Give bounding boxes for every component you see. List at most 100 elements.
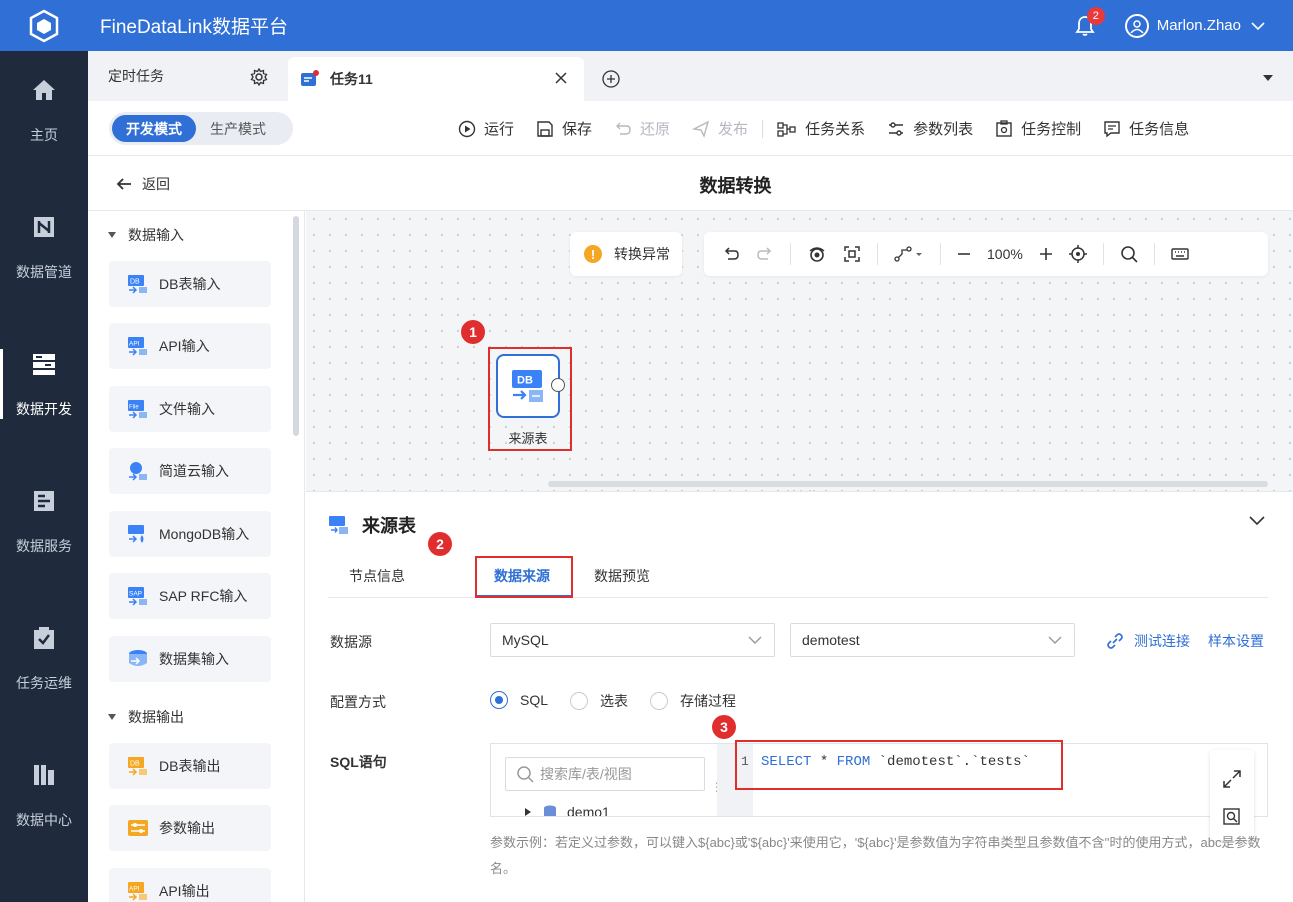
user-menu[interactable]: Marlon.Zhao xyxy=(1124,13,1265,38)
chevron-down-icon xyxy=(1048,636,1062,644)
nav-item-data-dev[interactable]: 数据开发 xyxy=(0,325,88,445)
prod-mode-button[interactable]: 生产模式 xyxy=(196,115,280,142)
sample-settings-link[interactable]: 样本设置 xyxy=(1208,631,1264,651)
radio-unchecked-icon xyxy=(570,692,588,710)
palette-item-file-input[interactable]: File 文件输入 xyxy=(109,386,271,432)
palette-item-jiandaoyun-input[interactable]: 简道云输入 xyxy=(109,448,271,494)
keyboard-icon[interactable] xyxy=(1171,247,1189,261)
undo-button[interactable]: 还原 xyxy=(614,118,670,139)
palette-group-input[interactable]: 数据输入 xyxy=(108,225,184,245)
radio-unchecked-icon xyxy=(650,692,668,710)
svg-text:DB: DB xyxy=(130,279,140,286)
nav-item-data-center[interactable]: 数据中心 xyxy=(0,736,88,856)
panel-title: 来源表 xyxy=(362,516,416,536)
sql-statement-label: SQL语句 xyxy=(330,754,387,770)
radio-sql[interactable]: SQL xyxy=(490,691,548,709)
publish-button[interactable]: 发布 xyxy=(692,118,748,139)
datasource-connection-select[interactable]: demotest xyxy=(790,623,1075,657)
palette-group-output[interactable]: 数据输出 xyxy=(108,707,184,727)
control-label: 任务控制 xyxy=(1021,121,1082,138)
revert-icon xyxy=(616,122,631,135)
palette-item-dataset-input[interactable]: 数据集输入 xyxy=(109,636,271,682)
jiandaoyun-input-icon xyxy=(129,462,147,481)
test-connection-link[interactable]: 测试连接 xyxy=(1106,631,1190,651)
app-logo[interactable] xyxy=(0,0,88,51)
page-title: 数据转换 xyxy=(699,176,772,196)
parameter-list-button[interactable]: 参数列表 xyxy=(887,118,973,139)
link-label: 测试连接 xyxy=(1134,633,1190,649)
canvas-horizontal-scrollbar[interactable] xyxy=(548,481,1268,487)
palette-item-api-input[interactable]: API API输入 xyxy=(109,323,271,369)
nav-item-task-ops[interactable]: 任务运维 xyxy=(0,599,88,719)
palette-item-mongodb-input[interactable]: MongoDB输入 xyxy=(109,511,271,557)
toolbar-divider xyxy=(1102,243,1104,265)
caret-right-icon xyxy=(525,808,531,816)
notification-button[interactable]: 2 xyxy=(1075,6,1105,37)
tab-task-11[interactable]: 任务11 xyxy=(288,57,584,101)
tab-label: 定时任务 xyxy=(108,68,164,84)
conversion-error-indicator[interactable]: ! 转换异常 xyxy=(570,232,682,276)
dev-mode-button[interactable]: 开发模式 xyxy=(112,115,196,142)
node-output-port[interactable] xyxy=(551,378,565,392)
zoom-in-icon[interactable] xyxy=(1039,247,1053,261)
locate-icon[interactable] xyxy=(1068,245,1087,263)
nav-item-data-service[interactable]: 数据服务 xyxy=(0,462,88,582)
datasource-type-select[interactable]: MySQL xyxy=(490,623,775,657)
config-mode-label: 配置方式 xyxy=(330,694,386,710)
tab-data-preview[interactable]: 数据预览 xyxy=(594,566,650,586)
palette-item-sap-rfc-input[interactable]: SAP SAP RFC输入 xyxy=(109,573,271,619)
run-button[interactable]: 运行 xyxy=(458,118,514,139)
pipeline-icon xyxy=(34,217,54,237)
radio-stored-procedure[interactable]: 存储过程 xyxy=(650,691,736,711)
nav-item-home[interactable]: 主页 xyxy=(0,51,88,171)
db-table-icon xyxy=(329,516,348,534)
schema-tree-item[interactable]: demo1 xyxy=(523,804,610,816)
mode-switch: 开发模式 生产模式 xyxy=(109,112,293,145)
sliders-icon xyxy=(889,121,904,136)
chevron-down-icon xyxy=(748,636,762,644)
nav-item-pipeline[interactable]: 数据管道 xyxy=(0,188,88,308)
gear-icon[interactable] xyxy=(250,68,268,86)
undo-icon[interactable] xyxy=(722,246,740,262)
chevron-down-icon[interactable] xyxy=(1249,516,1265,526)
tab-scheduled-tasks[interactable]: 定时任务 xyxy=(88,51,284,101)
palette-item-db-output[interactable]: DB DB表输出 xyxy=(109,743,271,789)
svg-text:API: API xyxy=(129,341,140,348)
task-control-button[interactable]: 任务控制 xyxy=(995,118,1081,139)
palette-scrollbar[interactable] xyxy=(293,216,299,436)
group-label: 数据输出 xyxy=(128,709,184,725)
zoom-out-icon[interactable] xyxy=(957,247,971,261)
preview-eye-icon[interactable] xyxy=(807,246,827,262)
palette-item-api-output[interactable]: API API输出 xyxy=(109,868,271,902)
tab-node-info[interactable]: 节点信息 xyxy=(349,566,405,586)
item-label: SAP RFC输入 xyxy=(159,588,248,604)
save-button[interactable]: 保存 xyxy=(536,118,592,139)
tab-overflow-caret-icon[interactable] xyxy=(1263,75,1273,81)
params-label: 参数列表 xyxy=(913,121,974,138)
close-icon[interactable] xyxy=(554,71,568,85)
api-input-icon: API xyxy=(128,337,147,356)
step-marker-1: 1 xyxy=(461,320,485,344)
save-icon xyxy=(537,120,553,137)
expand-icon[interactable] xyxy=(1223,770,1241,788)
add-tab-icon[interactable] xyxy=(602,70,620,88)
canvas-toolbar: 100% xyxy=(704,232,1268,276)
flow-canvas[interactable]: ! 转换异常 100% 1 DB 来源表 ⋮⋮⋮ xyxy=(306,211,1293,502)
center-icon xyxy=(34,765,54,785)
task-relations-button[interactable]: 任务关系 xyxy=(777,118,865,139)
connector-style-icon[interactable] xyxy=(894,246,924,262)
task-info-button[interactable]: 任务信息 xyxy=(1103,118,1189,139)
search-icon[interactable] xyxy=(1120,245,1138,263)
warning-label: 转换异常 xyxy=(614,246,670,262)
schema-search-input[interactable]: 搜索库/表/视图 xyxy=(505,757,705,791)
select-value: demotest xyxy=(802,632,860,648)
user-avatar-icon xyxy=(1124,13,1149,38)
radio-select-table[interactable]: 选表 xyxy=(570,691,628,711)
fit-view-icon[interactable] xyxy=(843,245,861,263)
palette-item-param-output[interactable]: 参数输出 xyxy=(109,805,271,851)
redo-icon[interactable] xyxy=(756,246,774,262)
task-tab-icon xyxy=(301,70,319,86)
palette-item-db-input[interactable]: DB DB表输入 xyxy=(109,261,271,307)
toolbar-divider xyxy=(762,119,764,138)
format-preview-icon[interactable] xyxy=(1223,808,1241,826)
